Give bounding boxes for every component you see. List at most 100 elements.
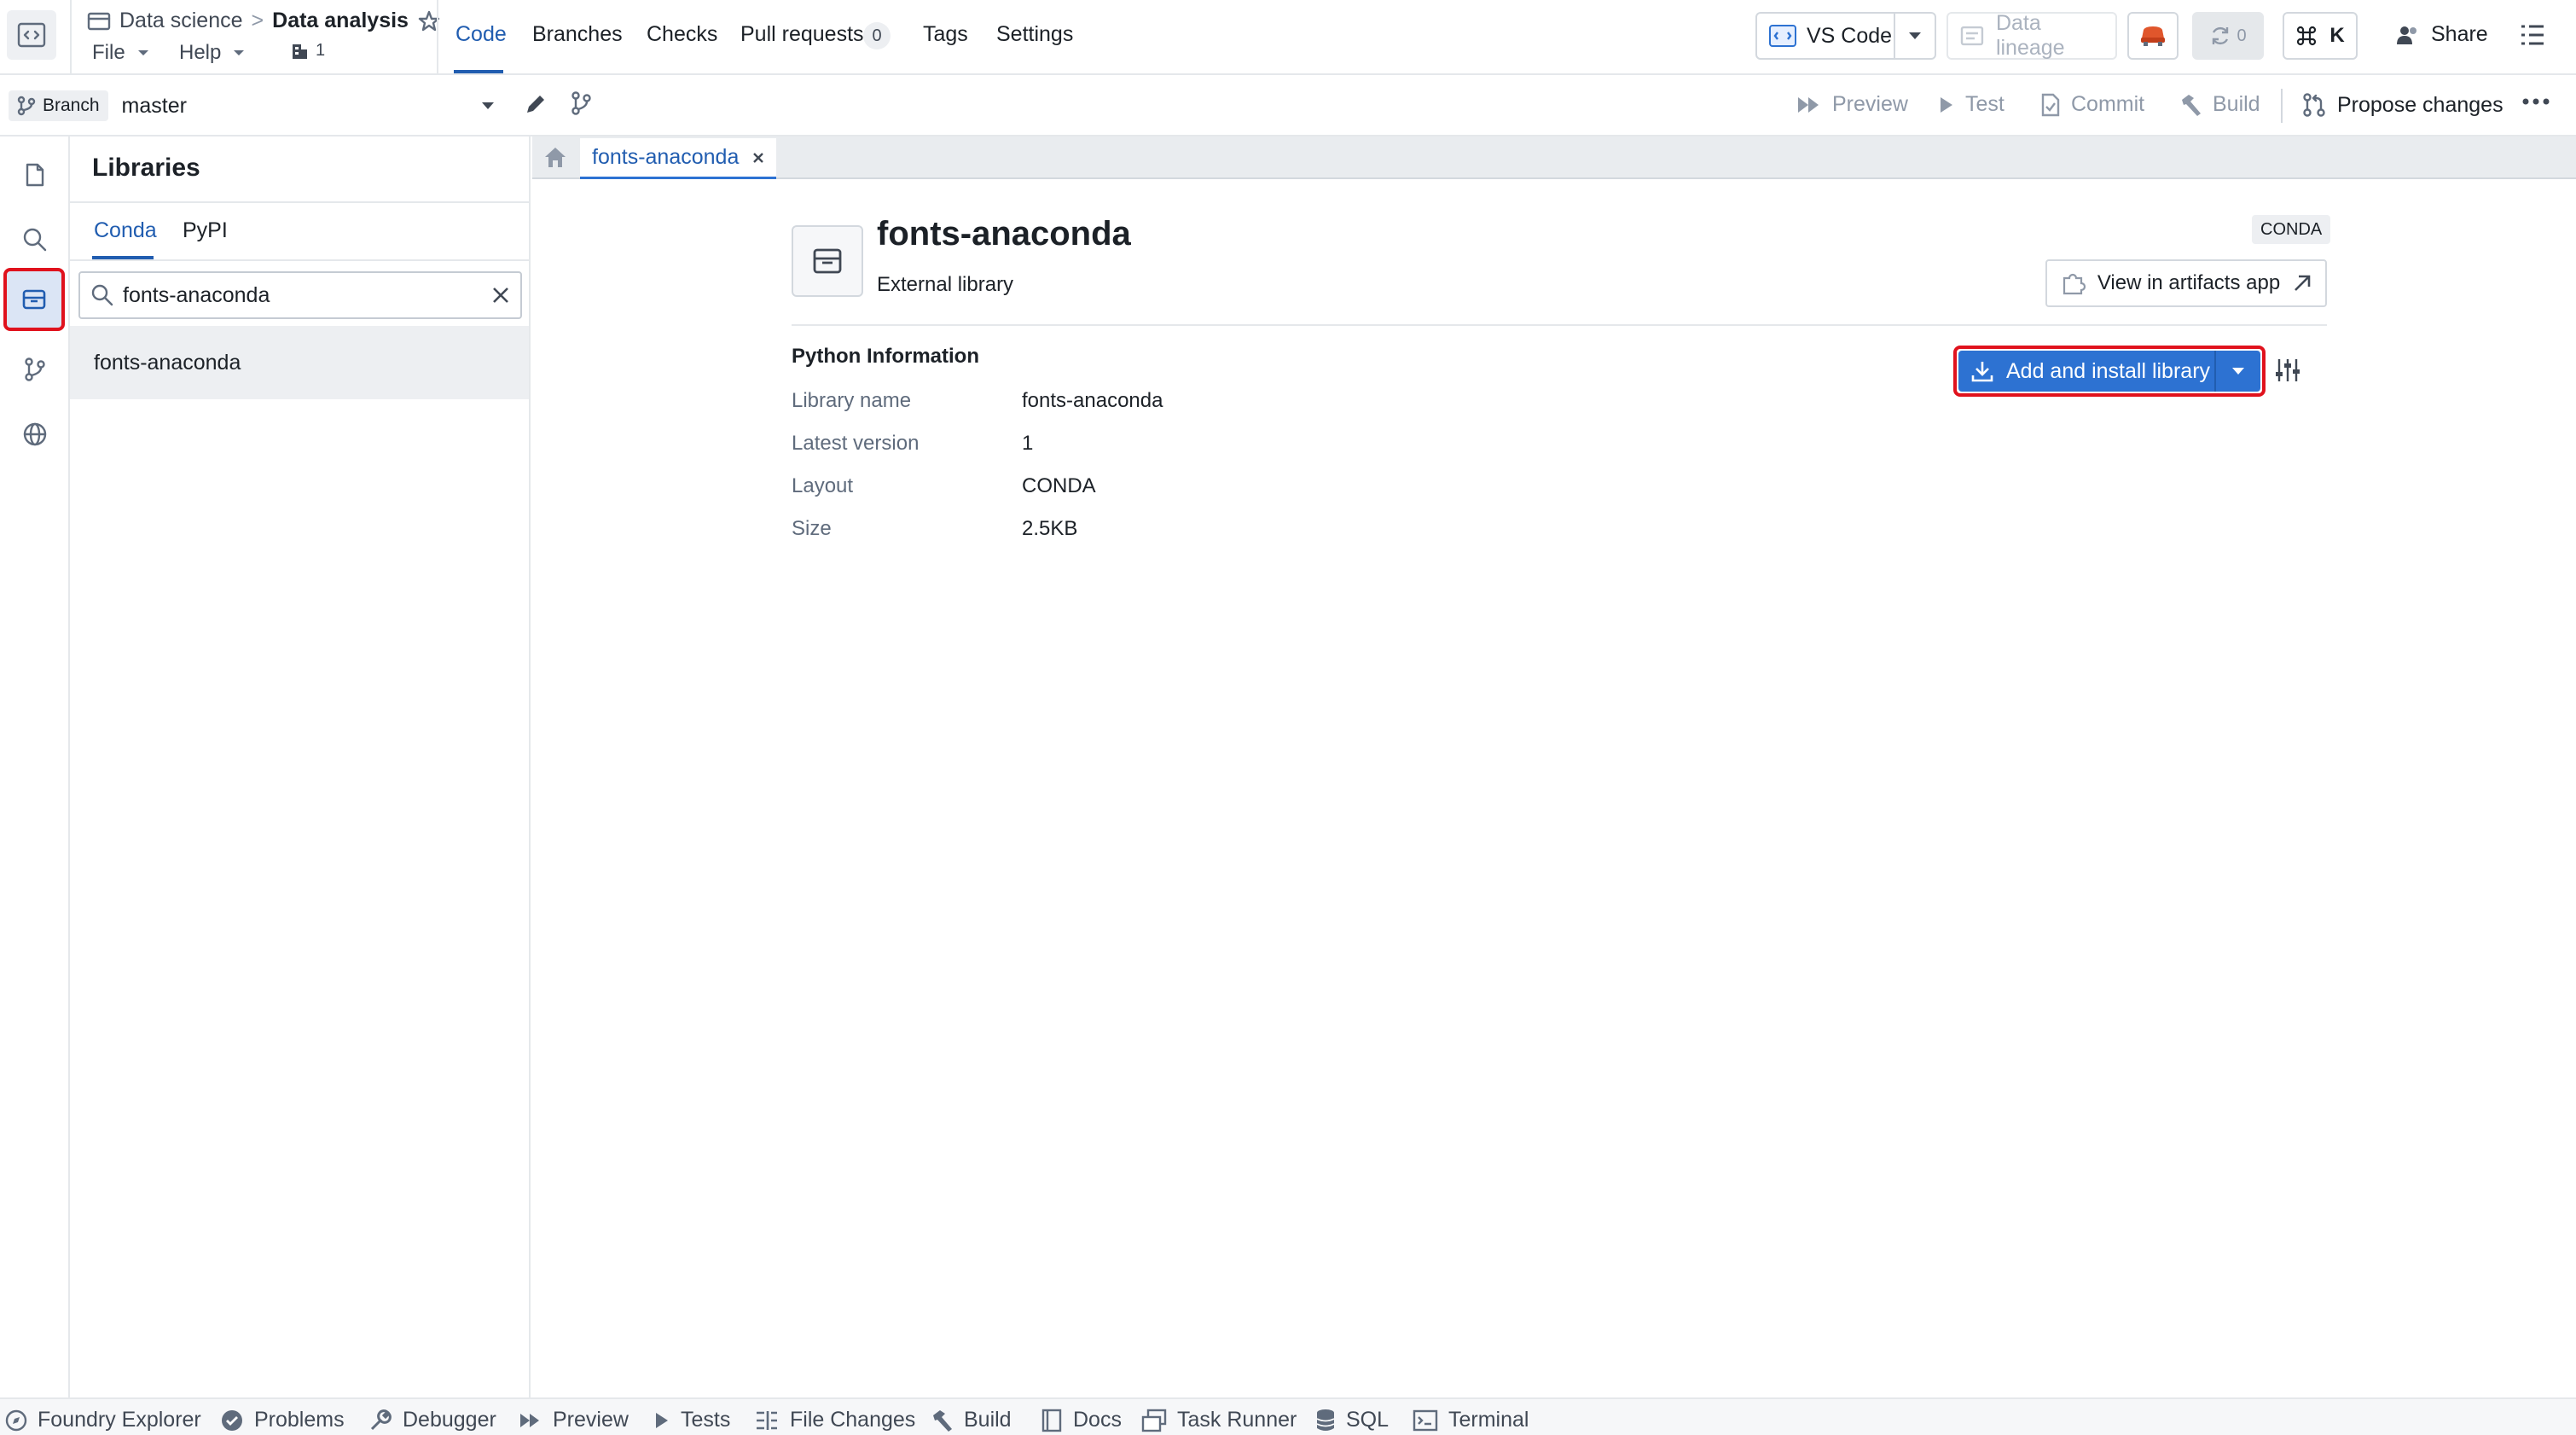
data-lineage-button[interactable]: Data lineage (1947, 11, 2117, 60)
libraries-panel: Libraries Conda PyPI fonts-anaconda font… (70, 137, 531, 1397)
create-branch-button[interactable] (570, 90, 594, 116)
editor-tab-label: fonts-anaconda (592, 145, 740, 169)
contour-button[interactable] (2127, 12, 2179, 60)
breadcrumb-parent[interactable]: Data science (119, 9, 243, 33)
library-result-label: fonts-anaconda (94, 350, 241, 375)
help-menu[interactable]: Help (179, 41, 245, 65)
tab-tags[interactable]: Tags (923, 22, 968, 47)
library-search-input[interactable]: fonts-anaconda (123, 283, 483, 308)
editor-tab-fonts-anaconda[interactable]: fonts-anaconda (580, 138, 777, 179)
tab-code-underline (454, 70, 503, 73)
more-options-button[interactable] (2521, 97, 2550, 106)
play-icon (1941, 96, 1952, 113)
view-artifacts-button[interactable]: View in artifacts app (2045, 259, 2327, 307)
breadcrumb: Data science > Data analysis (87, 9, 441, 33)
sql-button[interactable]: SQL (1315, 1408, 1389, 1432)
debugger-button[interactable]: Debugger (368, 1408, 496, 1432)
info-label: Latest version (792, 432, 920, 455)
play-icon (656, 1412, 668, 1428)
add-install-button-group: Add and install library (1958, 351, 2260, 392)
source-control-button[interactable] (14, 348, 56, 391)
share-button[interactable]: Share (2395, 22, 2488, 47)
bottom-item-label: Task Runner (1177, 1408, 1297, 1432)
globe-button[interactable] (14, 413, 56, 456)
test-button[interactable]: Test (1938, 92, 2005, 117)
pull-requests-count: 0 (863, 22, 891, 49)
vscode-dropdown[interactable] (1895, 32, 1935, 40)
library-result-item[interactable]: fonts-anaconda (70, 326, 529, 399)
commit-button[interactable]: Commit (2040, 92, 2144, 117)
git-branch-icon (17, 96, 36, 116)
preview-button[interactable]: Preview (1796, 92, 1908, 117)
info-label: Library name (792, 389, 912, 412)
clear-icon[interactable] (491, 286, 510, 305)
puzzle-icon (2063, 273, 2086, 295)
search-icon (23, 228, 47, 252)
command-key: K (2329, 24, 2345, 47)
app-menu-button[interactable] (7, 10, 56, 60)
problems-button[interactable]: Problems (220, 1408, 345, 1432)
vscode-button[interactable]: VS Code (1755, 12, 1936, 60)
tab-settings[interactable]: Settings (996, 22, 1073, 47)
preview-label: Preview (1832, 92, 1908, 116)
build-panel-button[interactable]: Build (930, 1408, 1012, 1432)
caret-down-icon (2232, 368, 2244, 375)
file-changes-icon (757, 1410, 777, 1430)
branch-name: master (121, 93, 187, 118)
list-icon (2521, 25, 2544, 45)
tests-button[interactable]: Tests (653, 1408, 730, 1432)
globe-icon (23, 422, 47, 446)
pencil-icon (527, 96, 544, 113)
package-icon (813, 248, 842, 274)
hammer-icon (933, 1409, 952, 1432)
preview-panel-button[interactable]: Preview (519, 1408, 629, 1432)
data-lineage-label: Data lineage (1995, 11, 2065, 60)
edit-branch-button[interactable] (524, 92, 548, 116)
task-runner-button[interactable]: Task Runner (1141, 1408, 1297, 1432)
file-changes-button[interactable]: File Changes (754, 1408, 915, 1432)
tab-conda[interactable]: Conda (94, 218, 157, 243)
docs-button[interactable]: Docs (1041, 1408, 1122, 1432)
bottom-item-label: Tests (681, 1408, 731, 1432)
task-runner-icon (1141, 1409, 1167, 1432)
bottom-item-label: SQL (1346, 1408, 1390, 1432)
tab-pull-requests[interactable]: Pull requests (740, 22, 864, 47)
branch-tag-label: Branch (43, 96, 100, 115)
home-tab[interactable] (532, 137, 578, 177)
tab-pypi[interactable]: PyPI (183, 218, 228, 243)
library-settings-button[interactable] (2274, 357, 2301, 384)
sync-button[interactable]: 0 (2192, 12, 2264, 60)
add-install-button[interactable]: Add and install library (1958, 359, 2214, 384)
terminal-button[interactable]: Terminal (1413, 1408, 1529, 1432)
command-palette-button[interactable]: K (2283, 12, 2358, 60)
add-install-dropdown[interactable] (2216, 367, 2260, 375)
toolbar-divider (2281, 89, 2283, 123)
search-button[interactable] (14, 218, 56, 261)
top-header: Data science > Data analysis File Help 1… (0, 0, 2576, 75)
activity-rail (0, 137, 70, 1397)
file-menu[interactable]: File (92, 41, 149, 65)
info-value: fonts-anaconda (1022, 389, 1163, 412)
caret-down-icon (137, 50, 148, 55)
caret-down-icon (482, 102, 494, 109)
sidebar-toggle-button[interactable] (2518, 20, 2547, 49)
close-icon[interactable] (752, 152, 764, 164)
tab-branches[interactable]: Branches (532, 22, 623, 47)
view-artifacts-label: View in artifacts app (2097, 271, 2281, 294)
libraries-button[interactable] (3, 268, 65, 331)
tab-checks[interactable]: Checks (647, 22, 717, 47)
library-search-field[interactable]: fonts-anaconda (78, 271, 522, 319)
command-icon (2297, 26, 2317, 46)
build-button[interactable]: Build (2179, 92, 2260, 117)
foundry-explorer-button[interactable]: Foundry Explorer (5, 1408, 201, 1432)
fast-forward-icon (1798, 96, 1819, 113)
propose-changes-button[interactable]: Propose changes (2301, 92, 2503, 118)
database-icon (1316, 1409, 1335, 1431)
bottom-item-label: Docs (1073, 1408, 1122, 1432)
tab-code[interactable]: Code (455, 22, 507, 47)
check-circle-icon (222, 1409, 242, 1431)
branch-count-indicator[interactable]: 1 (290, 41, 325, 61)
sliders-icon (2276, 359, 2300, 381)
branch-selector[interactable]: Branch master (9, 84, 507, 128)
files-button[interactable] (14, 154, 56, 196)
